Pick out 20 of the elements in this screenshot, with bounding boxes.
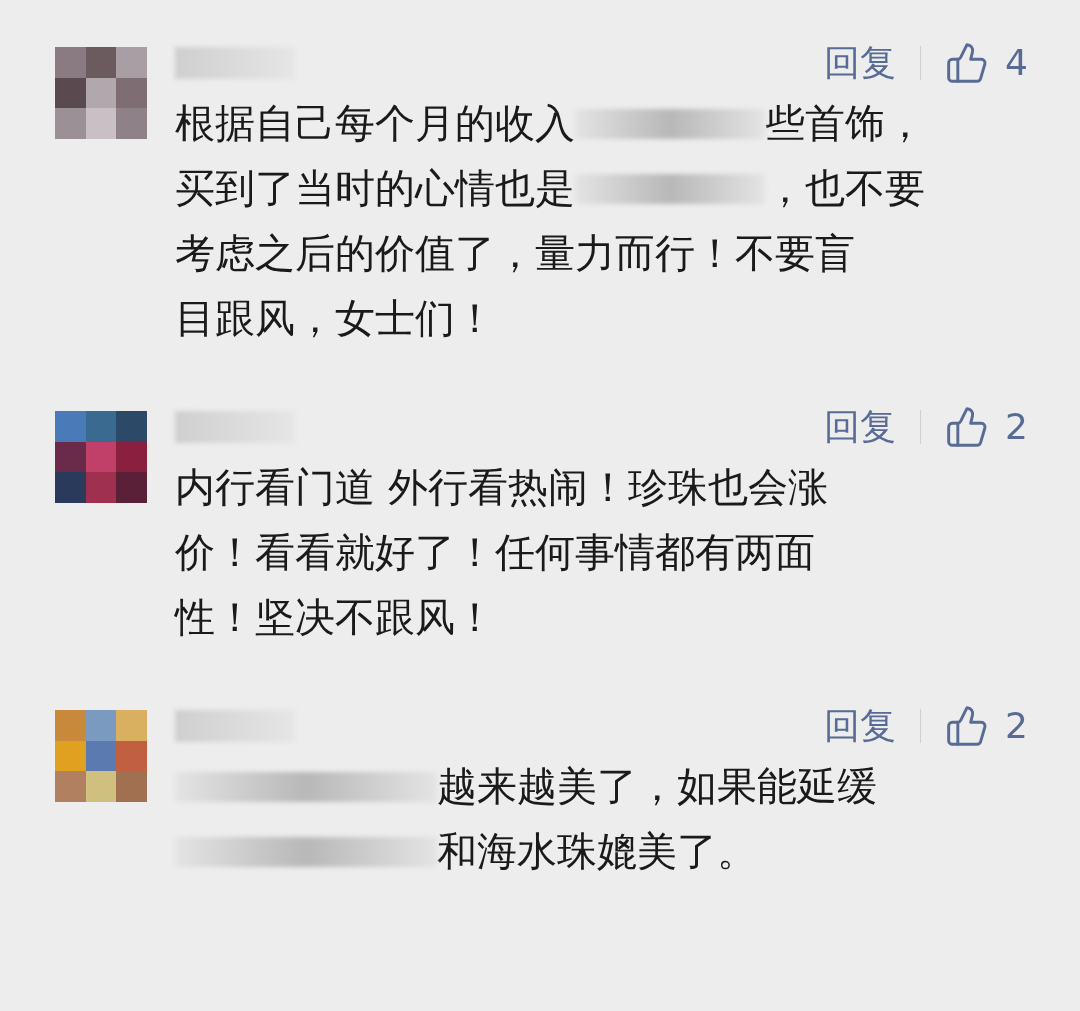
like-count: 4 — [1005, 45, 1028, 81]
comment-text: 和海水珠媲美了。 — [437, 827, 757, 876]
like-count: 2 — [1005, 708, 1028, 744]
comment-text: ，也不要 — [765, 164, 925, 213]
comment-text: 考虑之后的价值了，量力而行！不要盲 — [175, 229, 855, 278]
avatar[interactable] — [55, 47, 147, 139]
comment-text: 越来越美了，如果能延缓 — [437, 762, 877, 811]
reply-button[interactable]: 回复 — [824, 45, 897, 81]
comment-text: 些首饰， — [765, 99, 925, 148]
reply-button[interactable]: 回复 — [824, 708, 897, 744]
comment-text: 根据自己每个月的收入 — [175, 99, 575, 148]
reply-button[interactable]: 回复 — [824, 409, 897, 445]
comment-text: 性！坚决不跟风！ — [175, 593, 495, 642]
comment-text: 买到了当时的心情也是 — [175, 164, 575, 213]
avatar[interactable] — [55, 710, 147, 802]
comment-text: 目跟风，女士们！ — [175, 294, 495, 343]
comment-text: 价！看看就好了！任何事情都有两面 — [175, 528, 815, 577]
avatar[interactable] — [55, 411, 147, 503]
comment-text: 内行看门道 外行看热闹！珍珠也会涨 — [175, 463, 828, 512]
like-count: 2 — [1005, 409, 1028, 445]
